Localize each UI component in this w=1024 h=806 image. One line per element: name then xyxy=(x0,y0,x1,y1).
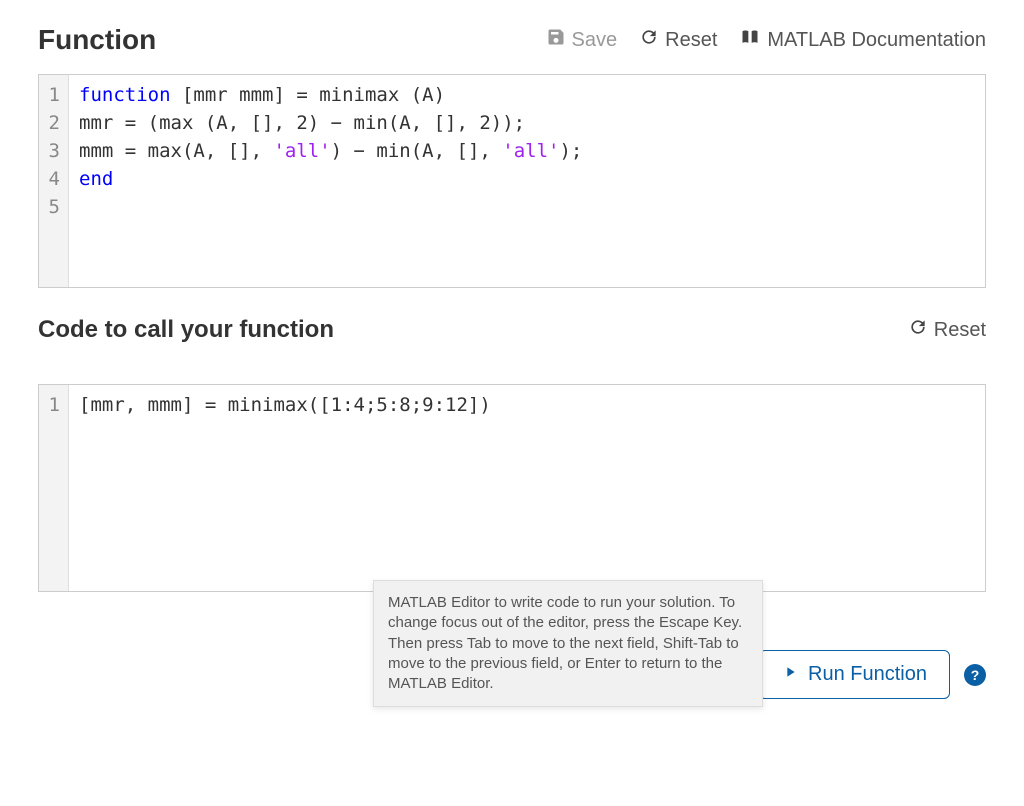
call-actions: Reset xyxy=(908,317,986,343)
editor-tooltip: MATLAB Editor to write code to run your … xyxy=(373,580,763,707)
call-editor-gutter: 1 xyxy=(39,385,69,591)
function-actions: Save Reset MATLAB Documentation xyxy=(546,27,986,53)
function-title: Function xyxy=(38,24,156,56)
function-editor-gutter: 12345 xyxy=(39,75,69,287)
help-button[interactable]: ? xyxy=(964,664,986,686)
play-icon xyxy=(782,663,798,686)
reset-icon xyxy=(908,317,928,343)
function-editor[interactable]: 12345 function [mmr mmm] = minimax (A) m… xyxy=(38,74,986,288)
call-editor[interactable]: 1 [mmr, mmm] = minimax([1:4;5:8;9:12]) xyxy=(38,384,986,592)
function-editor-code[interactable]: function [mmr mmm] = minimax (A) mmr = (… xyxy=(69,75,985,287)
save-button[interactable]: Save xyxy=(546,27,618,53)
reset-icon xyxy=(639,27,659,53)
run-function-button[interactable]: Run Function xyxy=(759,650,950,699)
docs-button[interactable]: MATLAB Documentation xyxy=(739,27,986,53)
run-label: Run Function xyxy=(808,663,927,686)
reset-button-function[interactable]: Reset xyxy=(639,27,717,53)
save-label: Save xyxy=(572,29,618,52)
reset-label: Reset xyxy=(665,29,717,52)
reset-button-call[interactable]: Reset xyxy=(908,317,986,343)
function-header: Function Save Reset MATLAB Documentation xyxy=(38,24,986,56)
save-icon xyxy=(546,27,566,53)
call-header: Code to call your function Reset xyxy=(38,316,986,344)
book-icon xyxy=(739,27,761,53)
call-title: Code to call your function xyxy=(38,316,334,344)
reset-label: Reset xyxy=(934,319,986,342)
docs-label: MATLAB Documentation xyxy=(767,29,986,52)
call-editor-code[interactable]: [mmr, mmm] = minimax([1:4;5:8;9:12]) xyxy=(69,385,985,591)
